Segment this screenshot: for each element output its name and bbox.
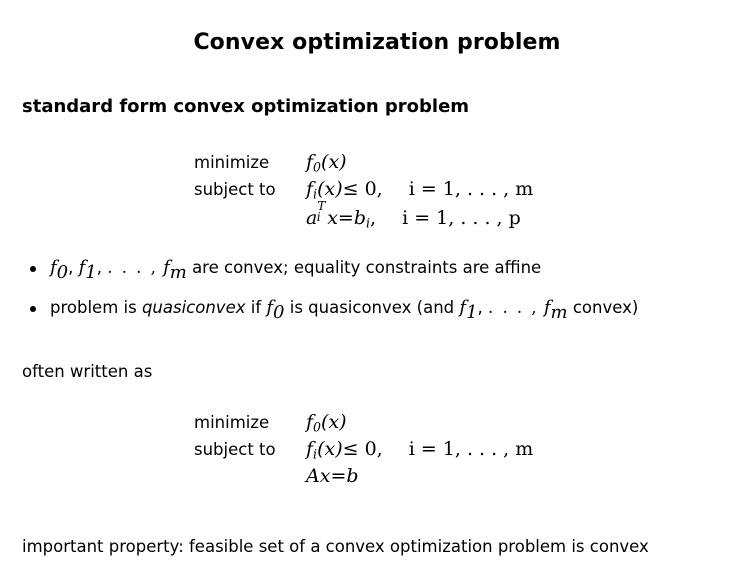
page-title: Convex optimization problem bbox=[193, 30, 561, 55]
compact-form-problem: minimize f0(x) subject to fi(x)≤ 0, i = … bbox=[194, 411, 533, 492]
constraint-fn: f bbox=[306, 178, 314, 200]
objective-arg: (x) bbox=[321, 151, 347, 173]
objective-row: minimize f0(x) bbox=[194, 411, 533, 438]
standard-form-problem: minimize f0(x) subject to fi(x)≤ 0, i = … bbox=[194, 151, 533, 232]
constraint-arg: (x) bbox=[317, 438, 343, 460]
equality-matrix: A bbox=[306, 465, 320, 487]
matrix-equality-row: Ax=b bbox=[194, 465, 533, 492]
objective-index: 0 bbox=[313, 159, 322, 175]
inequality-constraint-row: subject to fi(x)≤ 0, i = 1, . . . , m bbox=[194, 438, 533, 465]
objective-arg: (x) bbox=[321, 411, 347, 433]
constraint-fn: f bbox=[306, 438, 314, 460]
objective-row: minimize f0(x) bbox=[194, 151, 533, 178]
minimize-label: minimize bbox=[194, 413, 270, 432]
objective-expression: f0(x) bbox=[306, 151, 347, 175]
equality-constraint-row: a Ti x=bi, i = 1, . . . , p bbox=[194, 199, 533, 232]
equality-constraint-expression: a Ti x=bi, bbox=[306, 199, 376, 231]
equality-rhs: b bbox=[353, 207, 367, 229]
inequality-index-range: i = 1, . . . , m bbox=[408, 438, 534, 460]
subject-to-label: subject to bbox=[194, 440, 276, 459]
constraint-relation: ≤ 0, bbox=[342, 438, 383, 460]
matrix-equality-expression: Ax=b bbox=[306, 465, 359, 487]
bullet-dot-icon bbox=[30, 266, 36, 272]
bullet-dot-icon bbox=[30, 306, 36, 312]
bullet-text-quasiconvexity: problem is quasiconvex if f0 is quasicon… bbox=[50, 297, 639, 324]
equality-variable: x bbox=[327, 207, 338, 229]
equality-relation: = bbox=[330, 465, 347, 487]
bullet-list: f0, f1, . . . , fm are convex; equality … bbox=[26, 257, 736, 338]
section-heading: standard form convex optimization proble… bbox=[22, 96, 470, 117]
objective-expression: f0(x) bbox=[306, 411, 347, 435]
list-item: f0, f1, . . . , fm are convex; equality … bbox=[26, 257, 736, 298]
equality-index-range: i = 1, . . . , p bbox=[402, 207, 521, 229]
equality-variable: x bbox=[319, 465, 331, 487]
inequality-constraint-row: subject to fi(x)≤ 0, i = 1, . . . , m bbox=[194, 178, 533, 205]
vector-transpose-index: Ti bbox=[316, 199, 327, 225]
constraint-arg: (x) bbox=[317, 178, 343, 200]
objective-fn: f bbox=[306, 151, 314, 173]
minimize-label: minimize bbox=[194, 153, 270, 172]
bullet-text-convexity: f0, f1, . . . , fm are convex; equality … bbox=[50, 257, 542, 284]
subject-to-label: subject to bbox=[194, 180, 276, 199]
constraint-vector: a bbox=[306, 207, 318, 229]
constraint-relation: ≤ 0, bbox=[342, 178, 383, 200]
objective-fn: f bbox=[306, 411, 314, 433]
often-written-as-text: often written as bbox=[22, 362, 153, 381]
objective-index: 0 bbox=[313, 419, 322, 435]
equality-rhs: b bbox=[346, 465, 359, 487]
inequality-index-range: i = 1, . . . , m bbox=[408, 178, 534, 200]
list-item: problem is quasiconvex if f0 is quasicon… bbox=[26, 297, 736, 338]
inequality-constraint-expression: fi(x)≤ 0, bbox=[306, 438, 383, 462]
slide-canvas: Convex optimization problem standard for… bbox=[0, 0, 754, 567]
important-property-text: important property: feasible set of a co… bbox=[22, 537, 649, 556]
equality-relation: = bbox=[337, 207, 354, 229]
vector-subscript: i bbox=[316, 210, 321, 225]
